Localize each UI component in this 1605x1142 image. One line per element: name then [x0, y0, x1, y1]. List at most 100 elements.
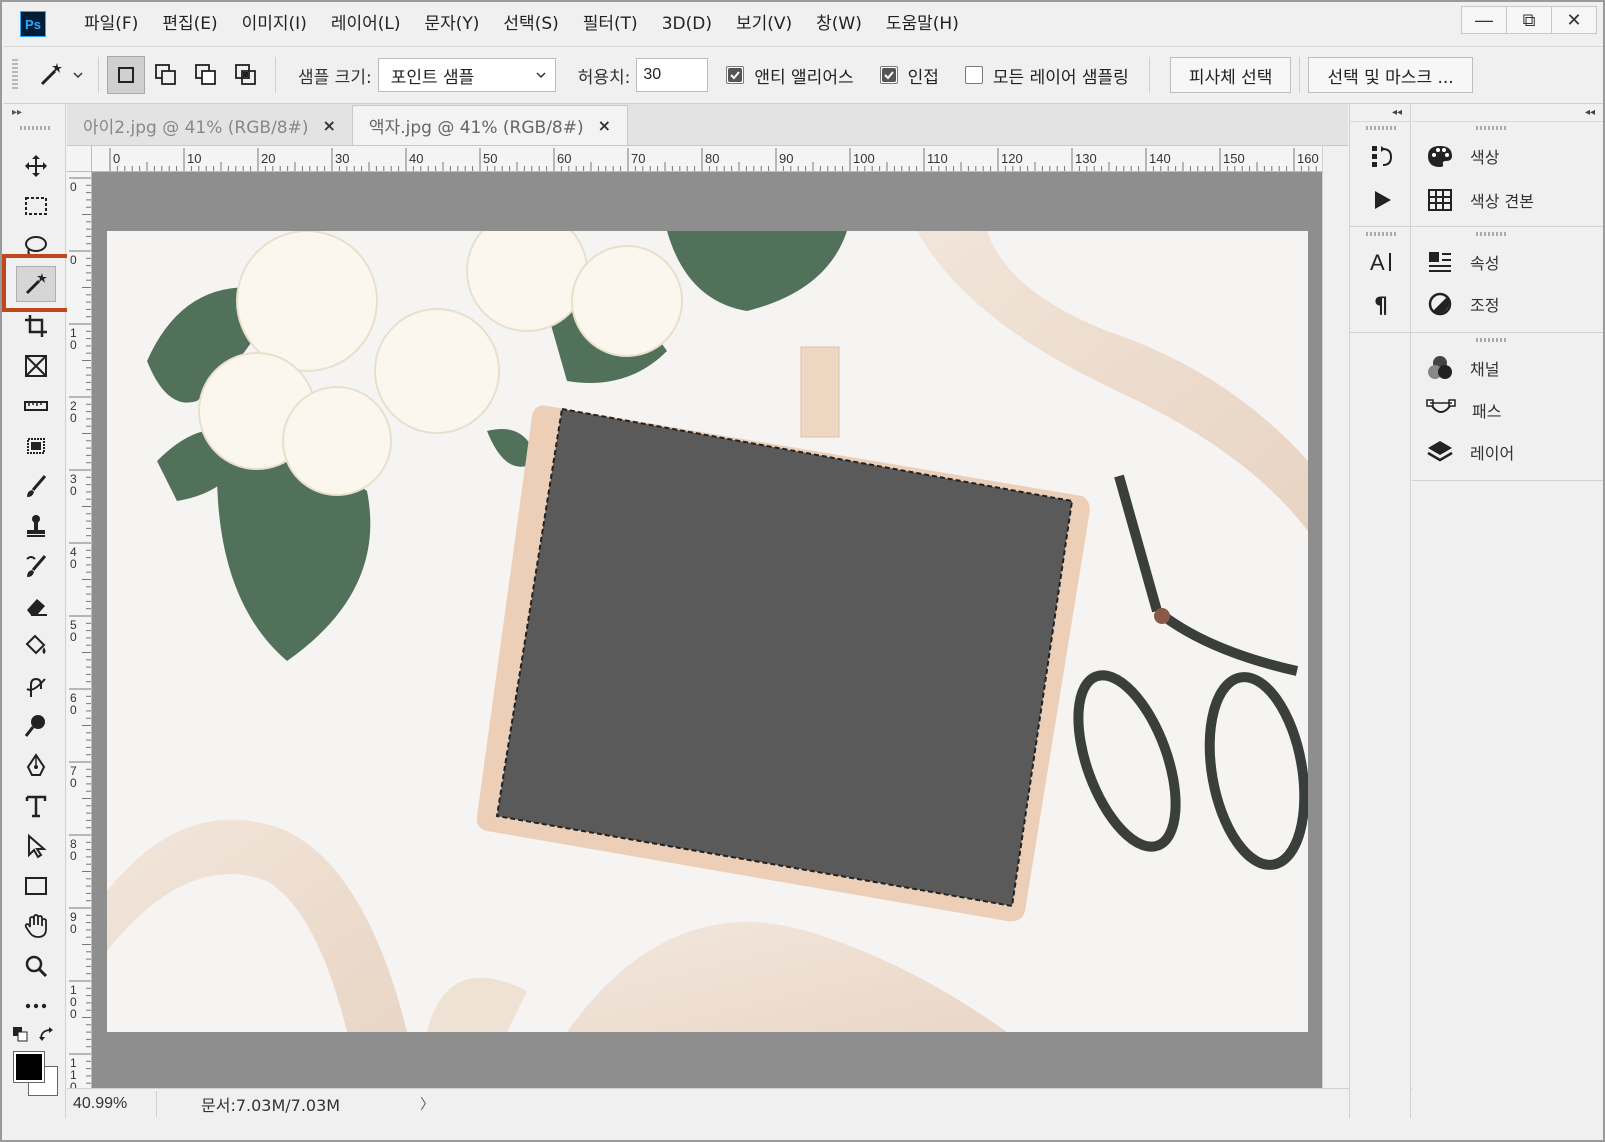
channels-icon [1428, 356, 1452, 379]
panel-swatches-label: 색상 견본 [1470, 192, 1534, 211]
menu-image[interactable]: 이미지(I) [230, 2, 319, 46]
paragraph-panel-icon[interactable]: ¶ [1366, 288, 1398, 320]
marquee-tool[interactable] [16, 188, 56, 224]
anti-alias-checkbox[interactable]: 앤티 앨리어스 [726, 63, 854, 88]
magic-wand-icon [40, 63, 62, 86]
subtract-selection-icon [195, 64, 216, 85]
smudge-tool[interactable] [16, 668, 56, 704]
menu-bar: Ps 파일(F) 편집(E) 이미지(I) 레이어(L) 문자(Y) 선택(S)… [2, 2, 1603, 46]
menu-type[interactable]: 문자(Y) [412, 2, 491, 46]
new-selection-button[interactable] [107, 56, 145, 94]
vertical-scrollbar[interactable] [1322, 146, 1348, 1088]
options-bar-grip[interactable] [12, 59, 18, 91]
ruler-label: 30 [335, 151, 349, 166]
close-icon[interactable]: × [323, 116, 336, 135]
dock-grip[interactable] [1366, 232, 1396, 236]
sample-size-select[interactable]: 포인트 샘플 [377, 58, 556, 92]
path-selection-tool[interactable] [16, 828, 56, 864]
rectangle-tool[interactable] [16, 868, 56, 904]
clone-stamp-tool[interactable] [16, 508, 56, 544]
move-tool[interactable] [16, 148, 56, 184]
intersect-selection-button[interactable] [227, 56, 265, 94]
tab-document-1[interactable]: 아이2.jpg @ 41% (RGB/8#) × [67, 105, 352, 145]
eraser-tool[interactable] [16, 588, 56, 624]
tolerance-input[interactable]: 30 [636, 58, 709, 92]
panel-grip[interactable] [1476, 232, 1506, 236]
patch-tool[interactable] [16, 428, 56, 464]
ruler-label: 0 [70, 849, 77, 863]
brush-tool[interactable] [16, 468, 56, 504]
menu-window[interactable]: 창(W) [804, 2, 874, 46]
panel-swatches[interactable]: 색상 견본 [1426, 182, 1534, 218]
menu-3d[interactable]: 3D(D) [650, 2, 724, 46]
vertical-ruler[interactable]: 00102030405060708090100110 [67, 172, 92, 1088]
panel-paths[interactable]: 패스 [1426, 392, 1501, 428]
zoom-tool[interactable] [16, 948, 56, 984]
ruler-label: 100 [853, 151, 875, 166]
tab-document-2[interactable]: 액자.jpg @ 41% (RGB/8#) × [351, 105, 629, 145]
ruler-label: 0 [70, 630, 77, 644]
ruler-label: 20 [261, 151, 275, 166]
canvas-area[interactable] [92, 172, 1322, 1088]
character-panel-icon[interactable]: A [1366, 246, 1398, 278]
collapse-panels-icon[interactable]: ◂◂ [1412, 104, 1603, 122]
menu-layer[interactable]: 레이어(L) [319, 2, 413, 46]
close-button[interactable]: ✕ [1551, 6, 1597, 34]
ruler-label: 120 [1001, 151, 1023, 166]
ruler-origin[interactable] [67, 146, 92, 172]
dodge-tool[interactable] [16, 708, 56, 744]
foreground-color-swatch[interactable] [13, 1051, 45, 1083]
more-icon [25, 1003, 47, 1009]
ruler-label: 0 [70, 253, 77, 267]
menu-select[interactable]: 선택(S) [491, 2, 570, 46]
default-colors-icon[interactable] [12, 1026, 28, 1042]
ruler-label: 0 [70, 776, 77, 790]
ruler-tool[interactable] [16, 388, 56, 424]
menu-edit[interactable]: 편집(E) [150, 2, 229, 46]
contiguous-label: 인접 [907, 67, 939, 88]
menu-help[interactable]: 도움말(H) [874, 2, 971, 46]
close-icon[interactable]: × [598, 116, 611, 135]
zoom-level-field[interactable]: 40.99% [67, 1090, 157, 1117]
type-tool[interactable] [16, 788, 56, 824]
menu-file[interactable]: 파일(F) [72, 2, 150, 46]
pen-tool[interactable] [16, 748, 56, 784]
contiguous-checkbox[interactable]: 인접 [879, 63, 939, 88]
panel-color[interactable]: 색상 [1426, 138, 1499, 174]
document-image[interactable] [107, 231, 1308, 1032]
more-tools[interactable] [16, 988, 56, 1024]
horizontal-ruler[interactable]: 0 10 20 30 40 50 60 70 80 90 100 110 120 130 140 150 160 [92, 146, 1322, 172]
panel-properties[interactable]: 속성 [1426, 244, 1499, 280]
toolbar-grip[interactable] [19, 126, 50, 130]
panel-layers[interactable]: 레이어 [1426, 434, 1514, 470]
history-panel-icon[interactable] [1366, 140, 1398, 172]
sample-all-layers-checkbox[interactable]: 모든 레이어 샘플링 [964, 63, 1129, 88]
crop-tool[interactable] [16, 308, 56, 344]
menu-view[interactable]: 보기(V) [724, 2, 804, 46]
add-selection-button[interactable] [147, 56, 185, 94]
status-menu-arrow[interactable]: 〉 [420, 1094, 434, 1114]
photoshop-logo-icon: Ps [20, 11, 46, 37]
panel-channels[interactable]: 채널 [1426, 350, 1499, 386]
restore-button[interactable]: ⧉ [1506, 6, 1552, 34]
tool-preset-picker[interactable] [36, 60, 84, 90]
hand-tool[interactable] [16, 908, 56, 944]
panel-adjustments[interactable]: 조정 [1426, 286, 1499, 322]
panel-grip[interactable] [1476, 338, 1506, 342]
collapse-dock-icon[interactable]: ◂◂ [1350, 104, 1410, 122]
frame-tool[interactable] [16, 348, 56, 384]
select-and-mask-button[interactable]: 선택 및 마스크 ... [1308, 57, 1473, 93]
swap-colors-icon[interactable] [38, 1026, 56, 1044]
history-brush-tool[interactable] [16, 548, 56, 584]
vertical-ruler-ticks: 00102030405060708090100110 [69, 177, 91, 1088]
menu-filter[interactable]: 필터(T) [571, 2, 650, 46]
select-subject-button[interactable]: 피사체 선택 [1169, 57, 1292, 93]
panel-grip[interactable] [1476, 126, 1506, 130]
add-selection-icon [155, 64, 176, 85]
expand-toolbar-icon[interactable]: ▸▸ [4, 104, 65, 122]
subtract-selection-button[interactable] [187, 56, 225, 94]
dock-grip[interactable] [1366, 126, 1396, 130]
actions-panel-icon[interactable] [1366, 184, 1398, 216]
minimize-button[interactable]: — [1461, 6, 1507, 34]
paint-bucket-tool[interactable] [16, 628, 56, 664]
